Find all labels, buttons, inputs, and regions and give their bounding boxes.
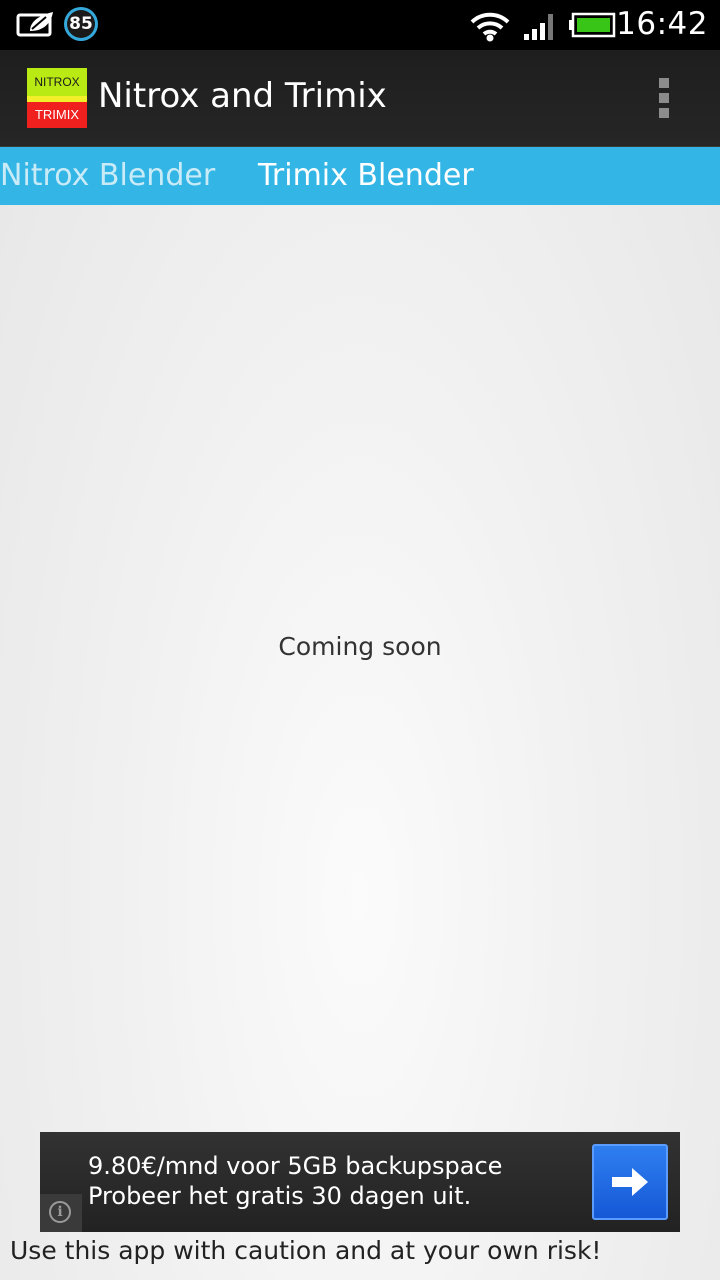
arrow-right-icon	[612, 1168, 648, 1196]
ad-subline: Probeer het gratis 30 dagen uit.	[88, 1182, 472, 1210]
app-title: Nitrox and Trimix	[98, 76, 387, 116]
coming-soon-message: Coming soon	[278, 632, 442, 661]
wifi-icon	[470, 12, 510, 42]
ad-banner[interactable]: 9.80€/mnd voor 5GB backupspace Probeer h…	[40, 1132, 680, 1232]
status-bar: 85 16:42	[0, 0, 720, 50]
ad-info-button[interactable]: i	[40, 1194, 82, 1232]
leaf-card-icon	[16, 12, 53, 37]
clock: 16:42	[616, 6, 708, 42]
overflow-dot	[659, 108, 669, 118]
signal-icon	[524, 14, 553, 40]
app-logo[interactable]: NITROX TRIMIX	[27, 68, 87, 128]
overflow-menu-icon[interactable]	[652, 74, 676, 122]
info-icon: i	[49, 1201, 71, 1223]
ad-headline: 9.80€/mnd voor 5GB backupspace	[88, 1152, 503, 1180]
overflow-dot	[659, 78, 669, 88]
tab-strip: Nitrox Blender Trimix Blender	[0, 147, 720, 205]
ad-arrow-button[interactable]	[592, 1144, 668, 1220]
action-bar: NITROX TRIMIX Nitrox and Trimix	[0, 50, 720, 147]
tab-trimix-blender[interactable]: Trimix Blender	[258, 147, 474, 205]
notification-count-badge: 85	[64, 7, 98, 41]
battery-icon	[569, 12, 616, 38]
tab-nitrox-blender[interactable]: Nitrox Blender	[0, 147, 215, 205]
logo-label-nitrox: NITROX	[27, 68, 87, 96]
overflow-dot	[659, 93, 669, 103]
logo-label-trimix: TRIMIX	[27, 102, 87, 128]
disclaimer-text: Use this app with caution and at your ow…	[10, 1236, 602, 1265]
